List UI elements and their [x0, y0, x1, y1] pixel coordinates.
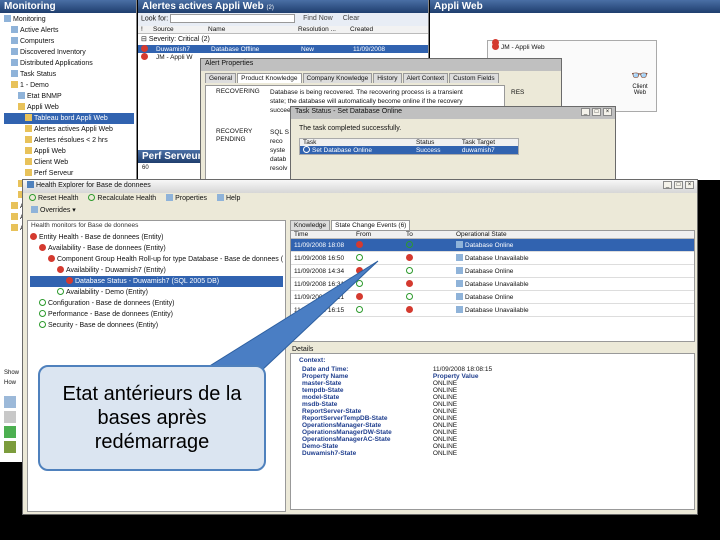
callout-text: Etat antérieurs de la bases après redéma…	[62, 383, 242, 453]
screenshot-stage: Monitoring Monitoring Active Alerts Comput…	[0, 0, 720, 540]
annotation-callout: Etat antérieurs de la bases après redéma…	[38, 365, 266, 471]
